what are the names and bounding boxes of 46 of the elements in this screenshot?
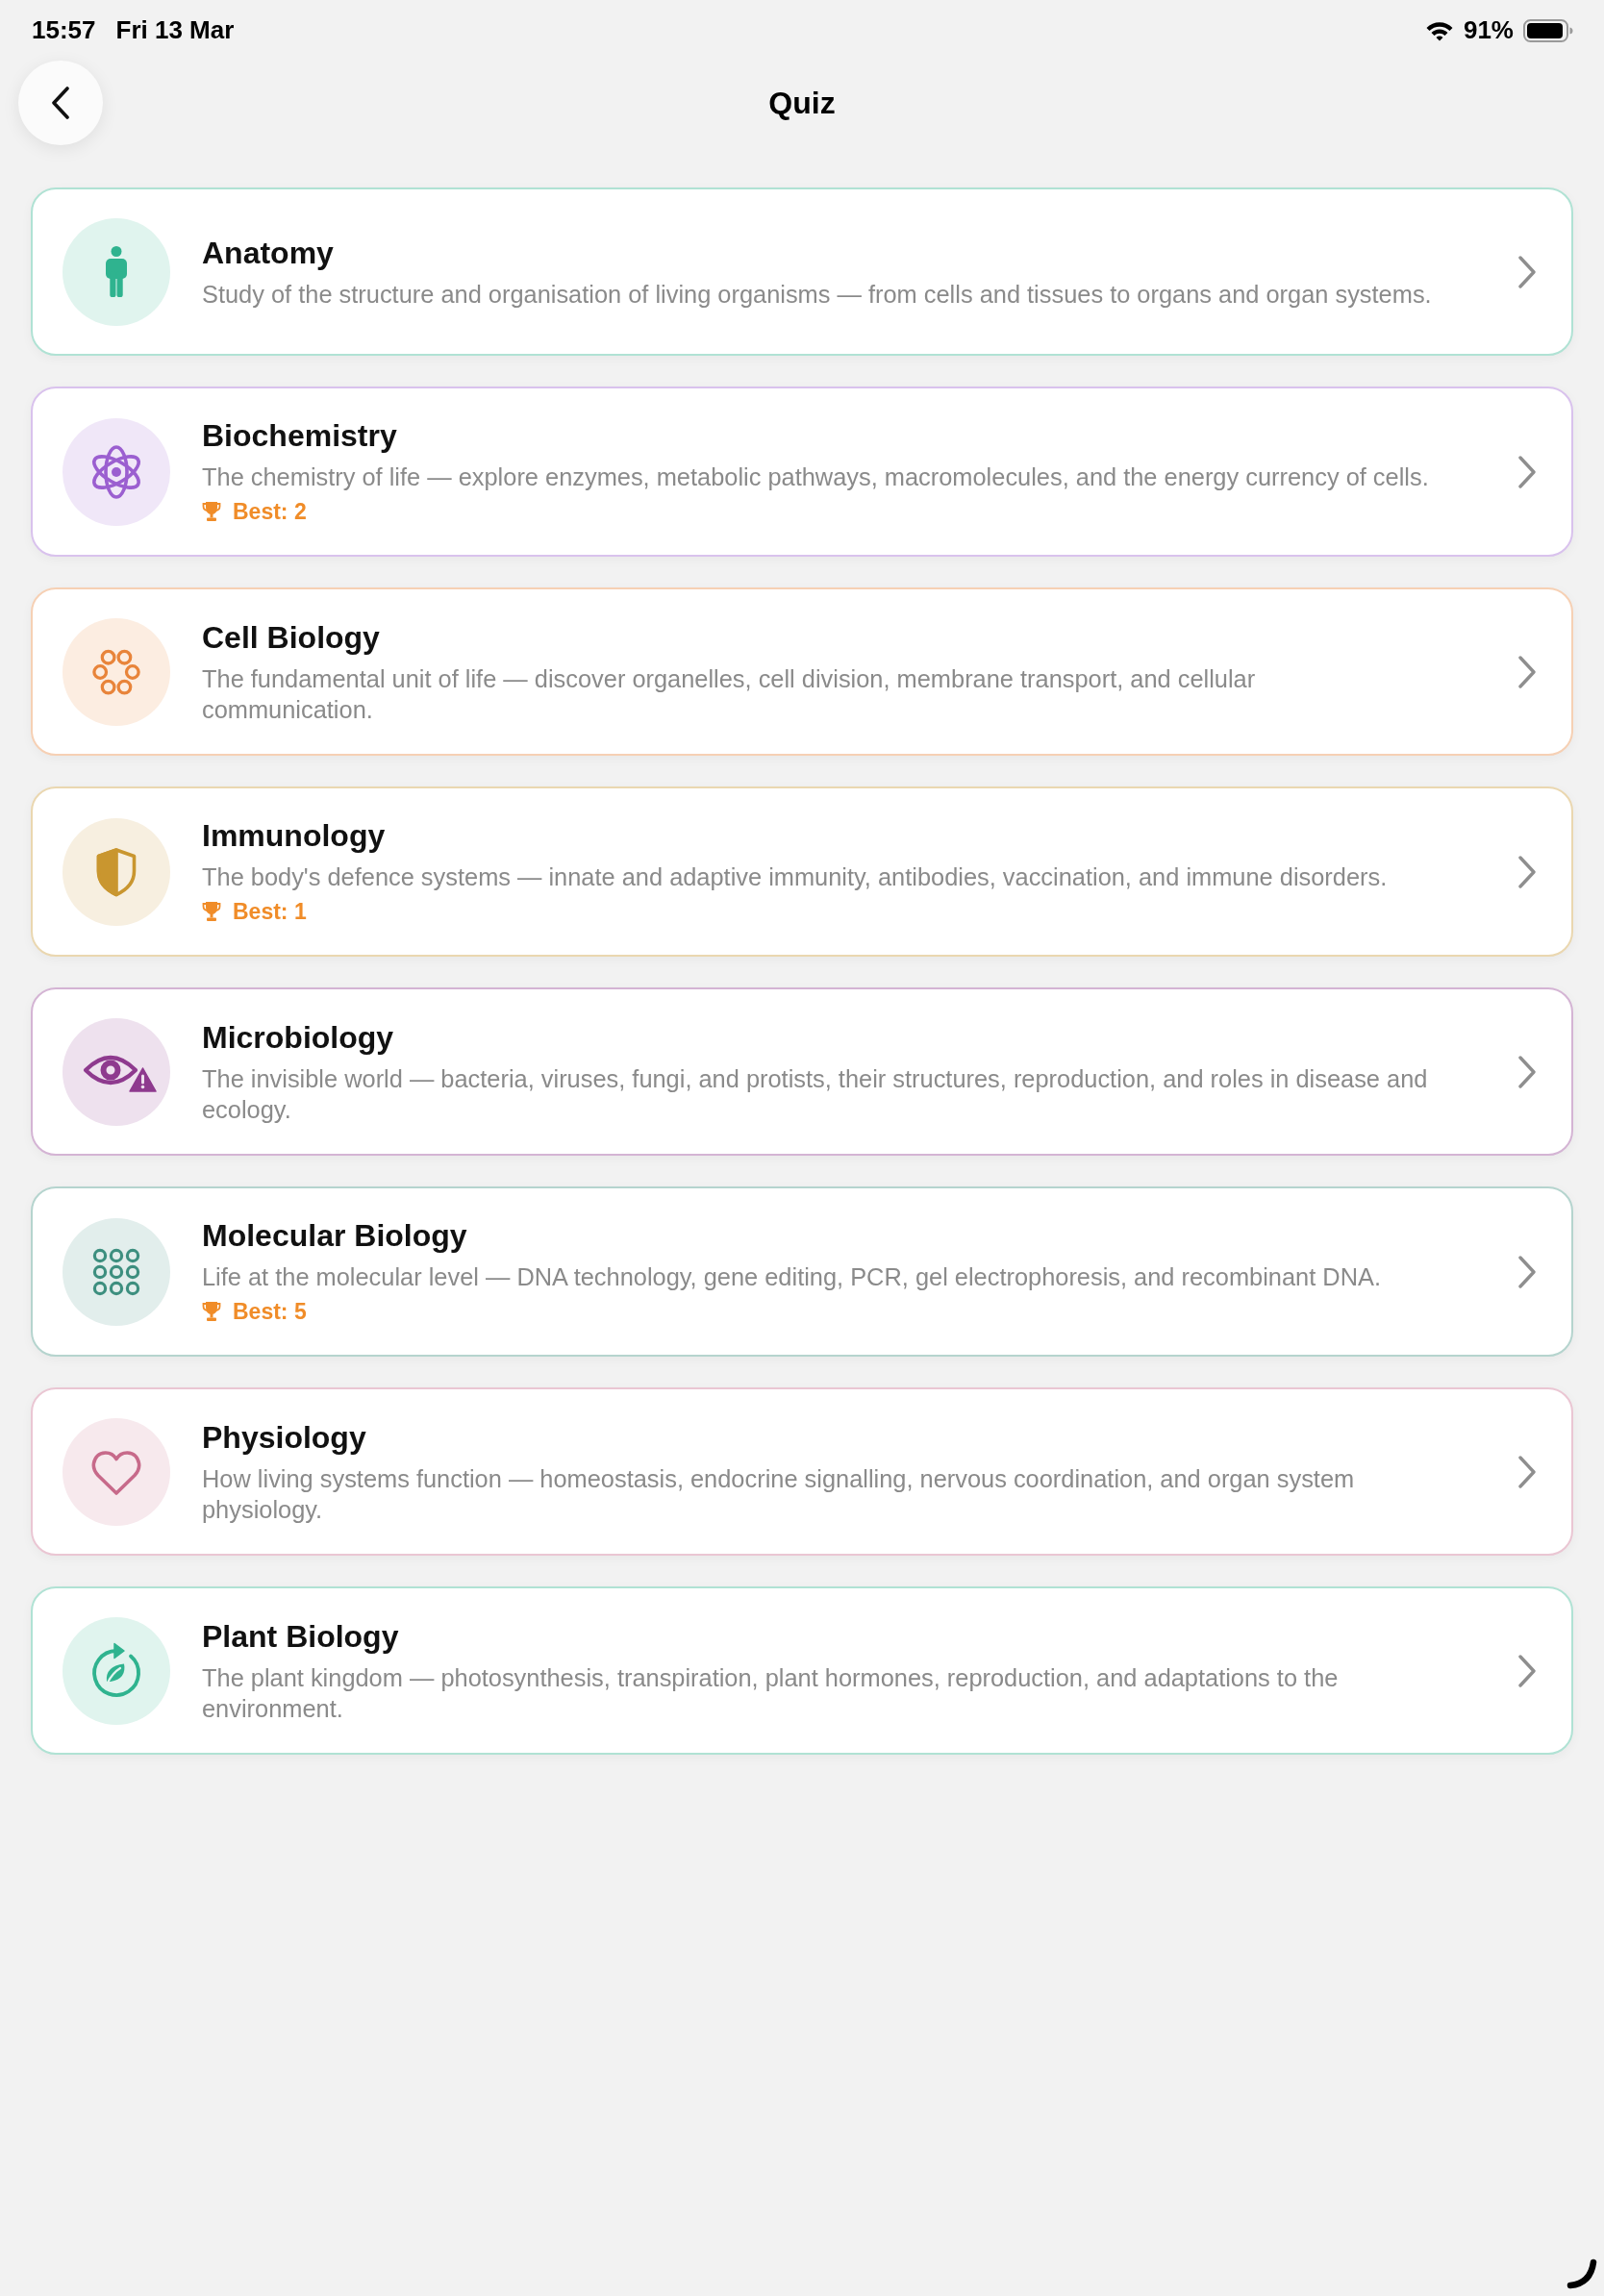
topic-card[interactable]: Plant Biology The plant kingdom — photosynthesis, transpiration, plant hormones, reproduction, and adaptations to the environment. bbox=[31, 1586, 1573, 1755]
chevron-right-icon bbox=[1517, 1455, 1537, 1488]
trophy-icon bbox=[202, 501, 221, 522]
topic-description: Study of the structure and organisation of living organisms — from cells and tissues to organs and organ systems. bbox=[202, 280, 1432, 310]
topic-description: The chemistry of life — explore enzymes, metabolic pathways, macromolecules, and the energy currency of cells. bbox=[202, 462, 1429, 492]
battery-icon bbox=[1523, 18, 1573, 42]
best-score: Best: 5 bbox=[233, 1298, 307, 1325]
best-score: Best: 2 bbox=[233, 498, 307, 525]
topic-card[interactable]: Anatomy Study of the structure and organisation of living organisms — from cells and tissues to organs and organ systems. bbox=[31, 187, 1573, 356]
page-title: Quiz bbox=[768, 85, 836, 121]
topic-title: Molecular Biology bbox=[202, 1217, 467, 1255]
topic-title: Biochemistry bbox=[202, 417, 397, 455]
topic-card[interactable]: Immunology The body's defence systems — innate and adaptive immunity, antibodies, vaccination, and immune disorders. Best: 1 bbox=[31, 786, 1573, 957]
topic-description: The invisible world — bacteria, viruses, fungi, and protists, their structures, reproduction, and roles in disease and ecology. bbox=[202, 1064, 1429, 1125]
topic-description: The plant kingdom — photosynthesis, transpiration, plant hormones, reproduction, and adaptations to the environment. bbox=[202, 1663, 1340, 1724]
topic-description: Life at the molecular level — DNA technology, gene editing, PCR, gel electrophoresis, and recombinant DNA. bbox=[202, 1262, 1381, 1292]
topic-title: Cell Biology bbox=[202, 619, 380, 657]
chevron-right-icon bbox=[1517, 855, 1537, 888]
topic-title: Anatomy bbox=[202, 235, 334, 272]
trophy-icon bbox=[202, 1301, 221, 1322]
topic-card[interactable]: Physiology How living systems function — homeostasis, endocrine signalling, nervous coordination, and organ system physiology. bbox=[31, 1387, 1573, 1556]
chevron-right-icon bbox=[1517, 655, 1537, 688]
chevron-right-icon bbox=[1517, 255, 1537, 288]
topic-title: Immunology bbox=[202, 817, 386, 855]
topic-card[interactable]: Cell Biology The fundamental unit of life — discover organelles, cell division, membrane transport, and cellular communication. bbox=[31, 587, 1573, 756]
chevron-right-icon bbox=[1517, 455, 1537, 488]
battery-percent: 91% bbox=[1463, 15, 1514, 45]
chevron-left-icon bbox=[51, 87, 70, 119]
topic-title: Plant Biology bbox=[202, 1618, 399, 1656]
chevron-right-icon bbox=[1517, 1055, 1537, 1088]
topic-description: The body's defence systems — innate and adaptive immunity, antibodies, vaccination, and immune disorders. bbox=[202, 862, 1388, 892]
topic-title: Physiology bbox=[202, 1419, 366, 1457]
wifi-icon bbox=[1424, 19, 1454, 41]
topic-title: Microbiology bbox=[202, 1019, 394, 1057]
chevron-right-icon bbox=[1517, 1654, 1537, 1687]
status-date: Fri 13 Mar bbox=[115, 15, 235, 45]
topic-description: The fundamental unit of life — discover organelles, cell division, membrane transport, and cellular communication. bbox=[202, 664, 1257, 725]
trophy-icon bbox=[202, 901, 221, 922]
topic-card[interactable]: Biochemistry The chemistry of life — explore enzymes, metabolic pathways, macromolecules, and the energy currency of cells. Best: 2 bbox=[31, 387, 1573, 557]
resize-handle[interactable] bbox=[1566, 2259, 1597, 2289]
best-score: Best: 1 bbox=[233, 898, 307, 925]
topic-description: How living systems function — homeostasis, endocrine signalling, nervous coordination, and organ system physiology. bbox=[202, 1464, 1356, 1525]
topic-card[interactable]: Microbiology The invisible world — bacteria, viruses, fungi, and protists, their structures, reproduction, and roles in disease and ecology. bbox=[31, 987, 1573, 1156]
status-time: 15:57 bbox=[32, 15, 96, 45]
topic-card[interactable]: Molecular Biology Life at the molecular level — DNA technology, gene editing, PCR, gel electrophoresis, and recombinant DNA. Best: 5 bbox=[31, 1186, 1573, 1357]
chevron-right-icon bbox=[1517, 1255, 1537, 1288]
